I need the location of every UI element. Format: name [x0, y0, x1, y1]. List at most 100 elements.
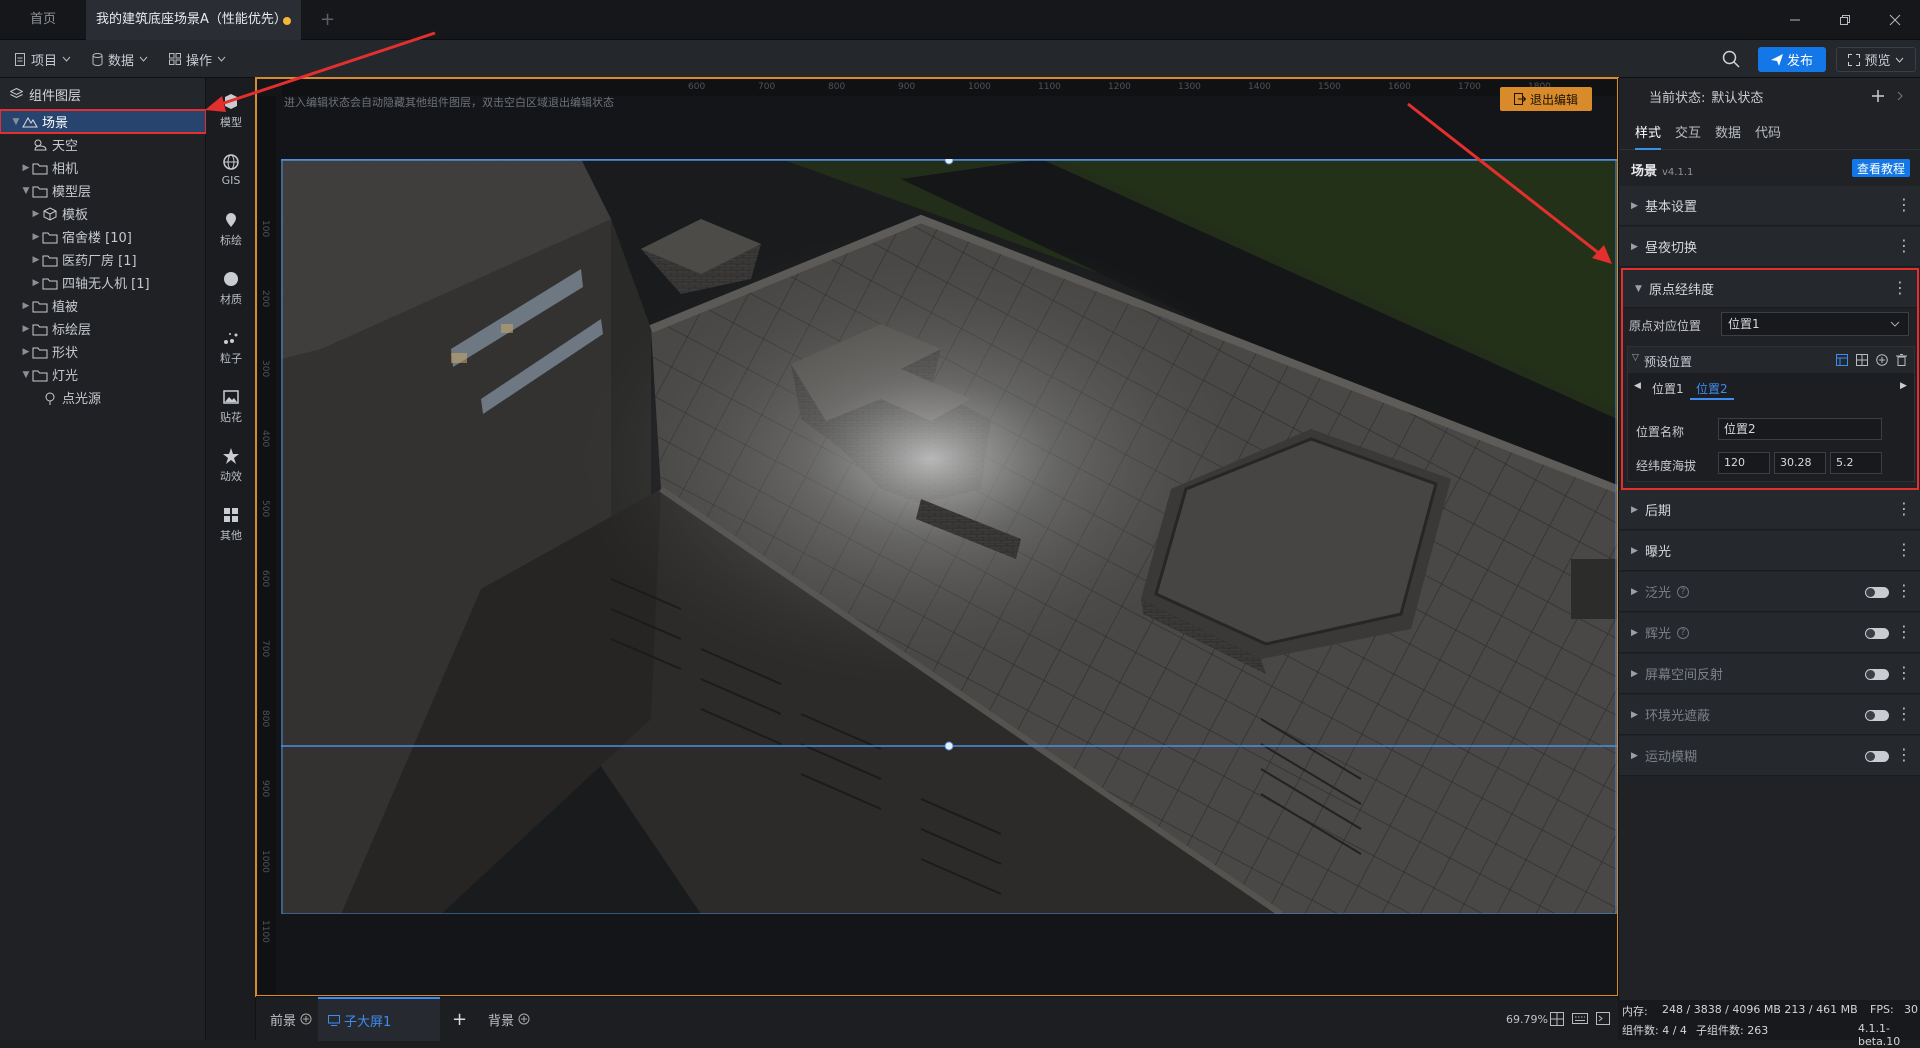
preset-header[interactable]: ▽ 预设位置: [1628, 347, 1914, 373]
more-icon[interactable]: ⋮: [1896, 624, 1912, 640]
add-screen-button[interactable]: +: [452, 997, 467, 1041]
latitude-input[interactable]: 30.28: [1774, 452, 1826, 474]
back-layer-tab[interactable]: 背景: [482, 997, 536, 1041]
expand-arrow-icon[interactable]: ▶: [30, 232, 42, 242]
layer-item-6[interactable]: ▶ 医药厂房 [1]: [0, 248, 206, 271]
search-icon[interactable]: [1722, 50, 1740, 68]
tutorial-button[interactable]: 查看教程: [1852, 159, 1910, 177]
component-button-3[interactable]: 材质: [206, 259, 256, 317]
layer-item-10[interactable]: ▶ 形状: [0, 340, 206, 363]
data-menu[interactable]: 数据: [92, 40, 148, 78]
expand-arrow-icon[interactable]: ▶: [20, 163, 32, 173]
more-icon[interactable]: ⋮: [1896, 706, 1912, 722]
tab-home[interactable]: 首页: [0, 0, 86, 40]
altitude-input[interactable]: 5.2: [1830, 452, 1882, 474]
ao-toggle[interactable]: [1865, 710, 1889, 721]
section-exposure[interactable]: ▶ 曝光 ⋮: [1619, 531, 1920, 571]
layer-item-2[interactable]: ▶ 相机: [0, 156, 206, 179]
more-icon[interactable]: ⋮: [1896, 583, 1912, 599]
ops-menu[interactable]: 操作: [169, 40, 226, 78]
chevron-right-icon[interactable]: ▶: [1900, 381, 1907, 391]
expand-arrow-icon[interactable]: ▶: [20, 301, 32, 311]
more-icon[interactable]: ⋮: [1896, 197, 1912, 213]
expand-arrow-icon[interactable]: ▶: [20, 324, 32, 334]
layer-item-12[interactable]: 点光源: [0, 386, 206, 409]
add-circle-icon[interactable]: [1876, 354, 1888, 366]
section-glow[interactable]: ▶ 辉光? ⋮: [1619, 613, 1920, 653]
component-button-6[interactable]: 动效: [206, 436, 256, 494]
layer-item-0[interactable]: ▼ 场景: [0, 109, 207, 134]
layer-item-9[interactable]: ▶ 标绘层: [0, 317, 206, 340]
tab-active-scene[interactable]: 我的建筑底座场景A（性能优先）: [86, 0, 301, 40]
trash-icon[interactable]: [1896, 354, 1907, 366]
add-tab-button[interactable]: +: [310, 0, 336, 40]
more-icon[interactable]: ⋮: [1896, 238, 1912, 254]
table-icon[interactable]: [1836, 354, 1848, 366]
fit-screen-icon[interactable]: [1550, 1012, 1564, 1026]
expand-arrow-icon[interactable]: ▶: [30, 209, 42, 219]
section-origin-header[interactable]: ▼ 原点经纬度 ⋮: [1623, 270, 1917, 308]
position-name-input[interactable]: 位置2: [1718, 418, 1882, 440]
tab-code[interactable]: 代码: [1755, 118, 1781, 150]
layer-item-11[interactable]: ▼ 灯光: [0, 363, 206, 386]
origin-position-select[interactable]: 位置1: [1721, 312, 1909, 336]
section-bloom[interactable]: ▶ 泛光? ⋮: [1619, 572, 1920, 612]
subscreen-tab[interactable]: 子大屏1: [318, 997, 440, 1041]
layer-item-8[interactable]: ▶ 植被: [0, 294, 206, 317]
more-icon[interactable]: ⋮: [1896, 665, 1912, 681]
longitude-input[interactable]: 120: [1718, 452, 1770, 474]
expand-arrow-icon[interactable]: ▶: [30, 278, 42, 288]
layer-item-1[interactable]: 天空: [0, 133, 206, 156]
section-basic-settings[interactable]: ▶ 基本设置 ⋮: [1619, 186, 1920, 226]
preset-tab-2[interactable]: 位置2: [1690, 378, 1734, 400]
section-motion-blur[interactable]: ▶ 运动模糊 ⋮: [1619, 736, 1920, 776]
layer-item-3[interactable]: ▼ 模型层: [0, 179, 206, 202]
more-icon[interactable]: ⋮: [1892, 280, 1908, 296]
motion-blur-toggle[interactable]: [1865, 751, 1889, 762]
section-ssr[interactable]: ▶ 屏幕空间反射 ⋮: [1619, 654, 1920, 694]
help-icon[interactable]: ?: [1677, 626, 1690, 639]
expand-arrow-icon[interactable]: ▶: [30, 255, 42, 265]
chevron-right-icon[interactable]: [1897, 91, 1903, 101]
section-day-night[interactable]: ▶ 昼夜切换 ⋮: [1619, 227, 1920, 267]
tab-interaction[interactable]: 交互: [1675, 118, 1701, 150]
keyboard-icon[interactable]: [1572, 1013, 1588, 1024]
component-button-5[interactable]: 贴花: [206, 377, 256, 435]
expand-arrow-icon[interactable]: ▼: [10, 117, 22, 127]
glow-toggle[interactable]: [1865, 628, 1889, 639]
project-menu[interactable]: 项目: [14, 40, 71, 78]
ssr-toggle[interactable]: [1865, 669, 1889, 680]
3d-scene-viewport[interactable]: [281, 159, 1617, 914]
layer-item-7[interactable]: ▶ 四轴无人机 [1]: [0, 271, 206, 294]
layer-item-4[interactable]: ▶ 模板: [0, 202, 206, 225]
terminal-icon[interactable]: [1596, 1012, 1610, 1025]
more-icon[interactable]: ⋮: [1896, 501, 1912, 517]
expand-arrow-icon[interactable]: ▼: [20, 370, 32, 380]
layout-icon[interactable]: [1856, 354, 1868, 366]
bloom-toggle[interactable]: [1865, 587, 1889, 598]
add-icon[interactable]: [1871, 89, 1885, 103]
expand-arrow-icon[interactable]: ▼: [20, 186, 32, 196]
zoom-level[interactable]: 69.79%: [1506, 997, 1548, 1041]
component-button-2[interactable]: 标绘: [206, 200, 256, 258]
add-circle-icon[interactable]: [518, 1013, 530, 1025]
component-button-7[interactable]: 其他: [206, 495, 256, 553]
section-post[interactable]: ▶ 后期 ⋮: [1619, 490, 1920, 530]
more-icon[interactable]: ⋮: [1896, 747, 1912, 763]
minimize-icon[interactable]: [1770, 0, 1820, 40]
preset-tab-1[interactable]: 位置1: [1652, 380, 1684, 397]
tab-data[interactable]: 数据: [1715, 118, 1741, 150]
preview-button[interactable]: 预览: [1836, 47, 1916, 72]
tab-style[interactable]: 样式: [1635, 118, 1662, 150]
expand-arrow-icon[interactable]: ▶: [20, 347, 32, 357]
add-circle-icon[interactable]: [300, 1013, 312, 1025]
close-icon[interactable]: [1870, 0, 1920, 40]
chevron-left-icon[interactable]: ◀: [1634, 381, 1641, 391]
front-layer-tab[interactable]: 前景: [264, 997, 318, 1041]
restore-icon[interactable]: [1820, 0, 1870, 40]
publish-button[interactable]: 发布: [1758, 47, 1826, 72]
exit-edit-button[interactable]: 退出编辑: [1500, 87, 1592, 111]
more-icon[interactable]: ⋮: [1896, 542, 1912, 558]
component-button-0[interactable]: 模型: [206, 82, 256, 140]
section-ao[interactable]: ▶ 环境光遮蔽 ⋮: [1619, 695, 1920, 735]
